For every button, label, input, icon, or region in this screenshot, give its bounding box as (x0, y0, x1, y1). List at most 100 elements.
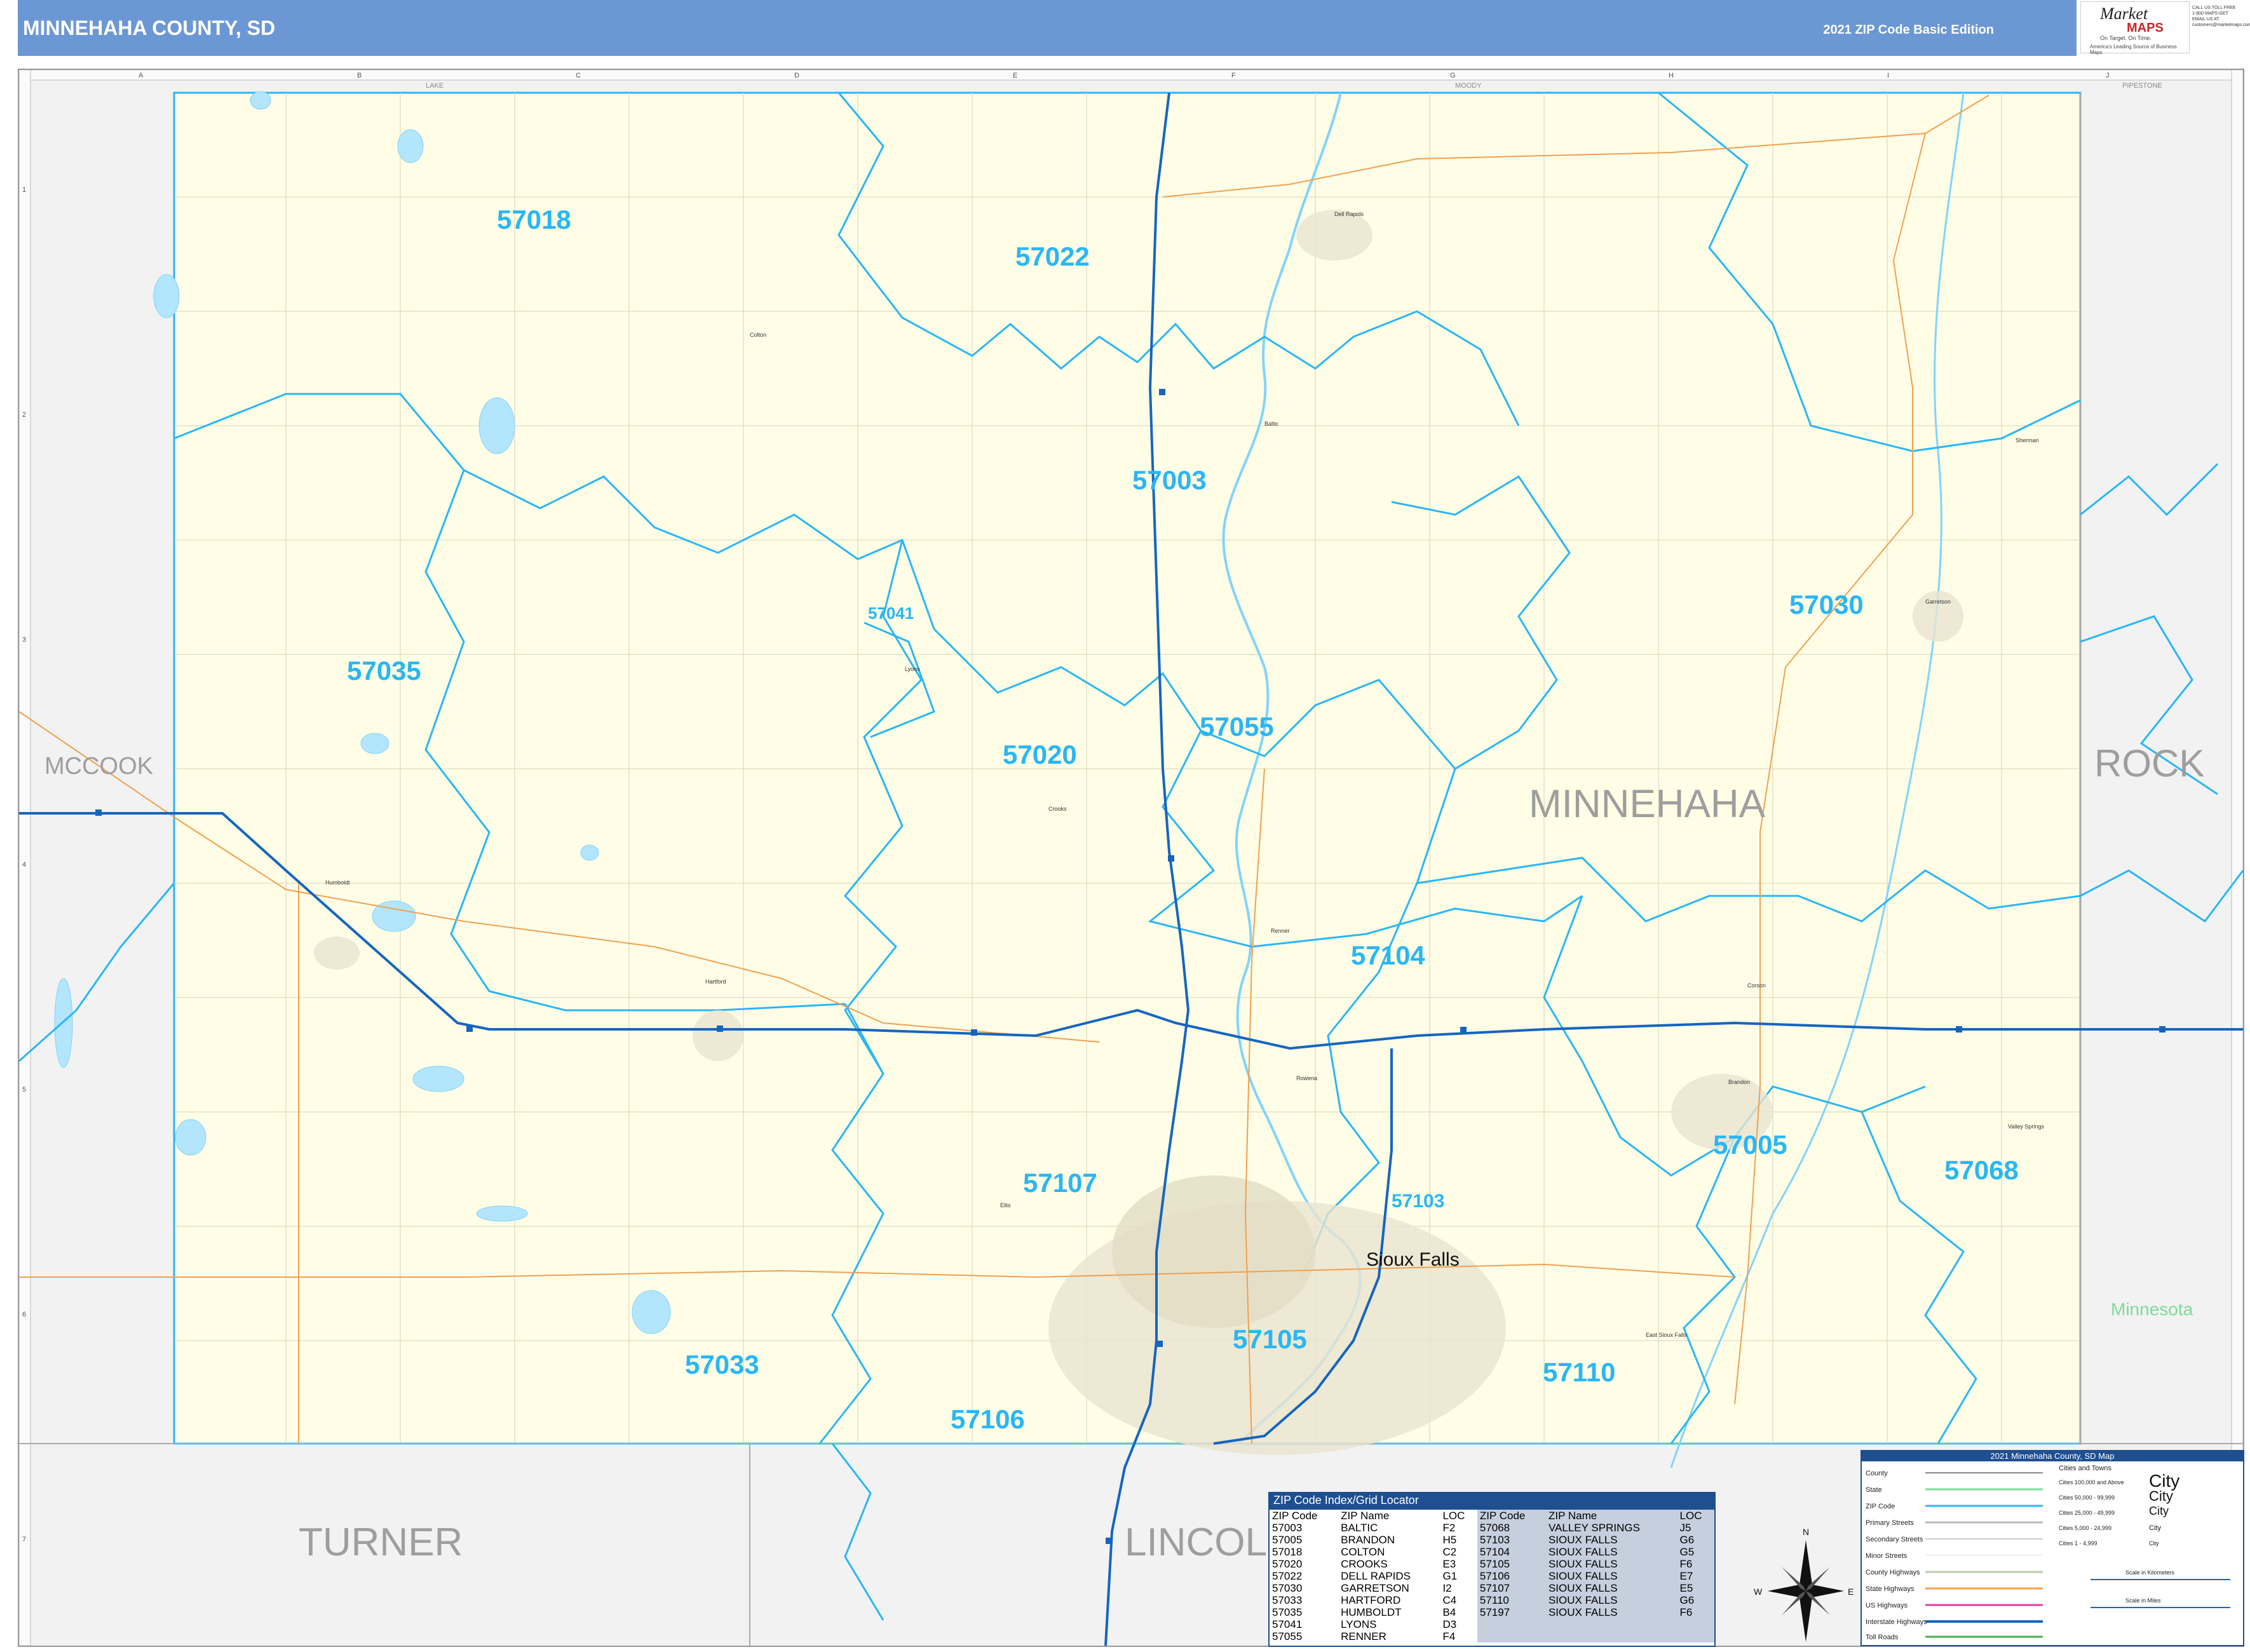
zip-label-57068: 57068 (1944, 1155, 2019, 1185)
zip-label-57107: 57107 (1023, 1168, 1097, 1198)
legend-canvas: County State ZIP Code Primary Streets Se… (1866, 1465, 2230, 1641)
map-legend: 2021 Minnehaha County, SD Map County Sta… (1860, 1450, 2244, 1646)
legend-scale-mi: Scale in Miles (2125, 1597, 2161, 1604)
legend-county-highways: County Highways (1866, 1569, 1920, 1576)
grid-col-j: J (2106, 72, 2110, 79)
legend-state: State (1866, 1486, 1882, 1494)
map-canvas[interactable]: A B C D E F G H I J 1 2 3 4 5 6 7 MCCOOK… (18, 69, 2244, 1652)
zip-label-57030: 57030 (1789, 590, 1864, 620)
logo-slogan: America's Leading Source of Business Map… (2090, 44, 2177, 55)
city-label-crooks: Crooks (1048, 806, 1067, 812)
zip-label-57022: 57022 (1015, 241, 1090, 271)
logo-tagline: On Target. On Time. (2100, 35, 2152, 41)
zip-label-57106: 57106 (951, 1404, 1025, 1434)
legend-zip-code: ZIP Code (1866, 1503, 1895, 1510)
city-label-baltic: Baltic (1264, 421, 1279, 427)
border-road-moody: MOODY (1455, 82, 1482, 90)
grid-col-e: E (1013, 72, 1017, 79)
city-label-brandon: Brandon (1728, 1079, 1750, 1085)
city-label-rowena: Rowena (1296, 1075, 1317, 1081)
table-row: 57030 GARRETSON I2 57107 SIOUX FALLS E5 (1270, 1582, 1714, 1594)
legend-city-sample-3: City (2149, 1505, 2169, 1517)
grid-col-i: I (1887, 72, 1889, 79)
region-label-rock: ROCK (2094, 742, 2204, 785)
grid-row-7: 7 (22, 1536, 26, 1543)
logo-maps-text: MAPS (2127, 21, 2164, 35)
city-label-ellis: Ellis (1000, 1202, 1011, 1209)
grid-col-d: D (794, 72, 799, 79)
compass-w: W (1754, 1587, 1763, 1597)
city-label-valley-springs: Valley Springs (2008, 1123, 2044, 1130)
city-label-dell-rapids: Dell Rapids (1334, 211, 1364, 217)
legend-city-sample-2: City (2149, 1488, 2173, 1504)
city-label-lyons: Lyons (905, 666, 920, 672)
grid-col-h: H (1669, 72, 1674, 79)
map-frame[interactable]: A B C D E F G H I J 1 2 3 4 5 6 7 MCCOOK… (18, 69, 2244, 1652)
region-label-mccook: MCCOOK (44, 753, 153, 780)
legend-primary-streets: Primary Streets (1866, 1519, 1914, 1527)
market-maps-logo: Market MAPS On Target. On Time. America'… (2080, 1, 2190, 55)
zip-label-57033: 57033 (685, 1350, 759, 1379)
legend-toll-roads: Toll Roads (1866, 1634, 1899, 1641)
map-title: MINNEHAHA COUNTY, SD (23, 17, 276, 39)
legend-interstate-highways: Interstate Highways (1866, 1618, 1927, 1626)
table-row: 57005 BRANDON H5 57103 SIOUX FALLS G6 (1270, 1534, 1714, 1546)
legend-scale-km: Scale in Kilometers (2125, 1569, 2175, 1576)
region-label-turner: TURNER (299, 1520, 463, 1564)
grid-row-5: 5 (22, 1086, 26, 1093)
city-label-hartford: Hartford (705, 978, 726, 985)
zip-label-57035: 57035 (347, 656, 421, 686)
legend-city-class-3: Cities 25,000 - 49,999 (2059, 1510, 2115, 1516)
legend-secondary-streets: Secondary Streets (1866, 1536, 1923, 1543)
legend-us-highways: US Highways (1866, 1602, 1908, 1609)
zip-label-57041: 57041 (868, 604, 914, 623)
zip-label-57018: 57018 (497, 205, 571, 234)
legend-minor-streets: Minor Streets (1866, 1552, 1908, 1560)
city-label-corson: Corson (1747, 982, 1766, 989)
table-row: 57018 COLTON C2 57104 SIOUX FALLS G5 (1270, 1546, 1714, 1558)
table-row: 57020 CROOKS E3 57105 SIOUX FALLS F6 (1270, 1558, 1714, 1570)
legend-city-class-5: Cities 1 - 4,999 (2059, 1540, 2098, 1547)
zip-label-57104: 57104 (1351, 940, 1425, 970)
grid-row-1: 1 (22, 186, 26, 194)
city-label-east-sioux-falls: East Sioux Falls (1646, 1332, 1687, 1338)
city-label-sioux-falls: Sioux Falls (1366, 1249, 1460, 1270)
grid-col-a: A (139, 72, 144, 79)
table-row: 57003 BALTIC F2 57068 VALLEY SPRINGS J5 (1270, 1522, 1714, 1534)
grid-col-b: B (357, 72, 362, 79)
legend-county: County (1866, 1470, 1888, 1477)
grid-row-3: 3 (22, 636, 26, 644)
table-row: 57055 RENNER F4 (1270, 1630, 1714, 1642)
legend-city-sample-5: City (2149, 1540, 2159, 1547)
table-row: 57041 LYONS D3 (1270, 1618, 1714, 1630)
zip-index-grid: ZIP Code ZIP Name LOC ZIP Code ZIP Name … (1270, 1510, 1714, 1642)
border-road-pipestone: PIPESTONE (2122, 82, 2162, 90)
city-label-humboldt: Humboldt (325, 879, 350, 886)
state-label-minnesota: Minnesota (2111, 1299, 2193, 1319)
index-header-row: ZIP Code ZIP Name LOC ZIP Code ZIP Name … (1270, 1510, 1714, 1522)
city-label-sherman: Sherman (2016, 437, 2039, 443)
zip-label-57020: 57020 (1003, 740, 1077, 769)
grid-col-c: C (576, 72, 581, 79)
grid-row-2: 2 (22, 411, 26, 419)
legend-title: 2021 Minnehaha County, SD Map (1862, 1451, 2243, 1461)
border-road-lake: LAKE (426, 82, 444, 90)
zip-label-57003: 57003 (1132, 465, 1207, 495)
zip-index-table: ZIP Code Index/Grid Locator ZIP Code ZIP… (1268, 1492, 1716, 1647)
grid-row-6: 6 (22, 1311, 26, 1318)
table-row: 57035 HUMBOLDT B4 57197 SIOUX FALLS F6 (1270, 1606, 1714, 1618)
zip-label-57103: 57103 (1392, 1191, 1444, 1212)
grid-col-f: F (1231, 72, 1236, 79)
legend-state-highways: State Highways (1866, 1585, 1915, 1593)
compass-n: N (1803, 1527, 1809, 1537)
map-header: MINNEHAHA COUNTY, SD 2021 ZIP Code Basic… (18, 0, 2077, 56)
legend-cities-title: Cities and Towns (2059, 1465, 2111, 1472)
legend-city-class-4: Cities 5,000 - 24,999 (2059, 1525, 2111, 1531)
zip-label-57005: 57005 (1713, 1130, 1787, 1160)
zip-index-title: ZIP Code Index/Grid Locator (1270, 1493, 1714, 1510)
zip-label-57110: 57110 (1543, 1357, 1615, 1387)
city-label-garretson: Garretson (1925, 599, 1951, 605)
city-label-colton: Colton (750, 332, 766, 338)
zip-label-57105: 57105 (1233, 1324, 1307, 1354)
legend-city-sample-4: City (2149, 1524, 2161, 1532)
